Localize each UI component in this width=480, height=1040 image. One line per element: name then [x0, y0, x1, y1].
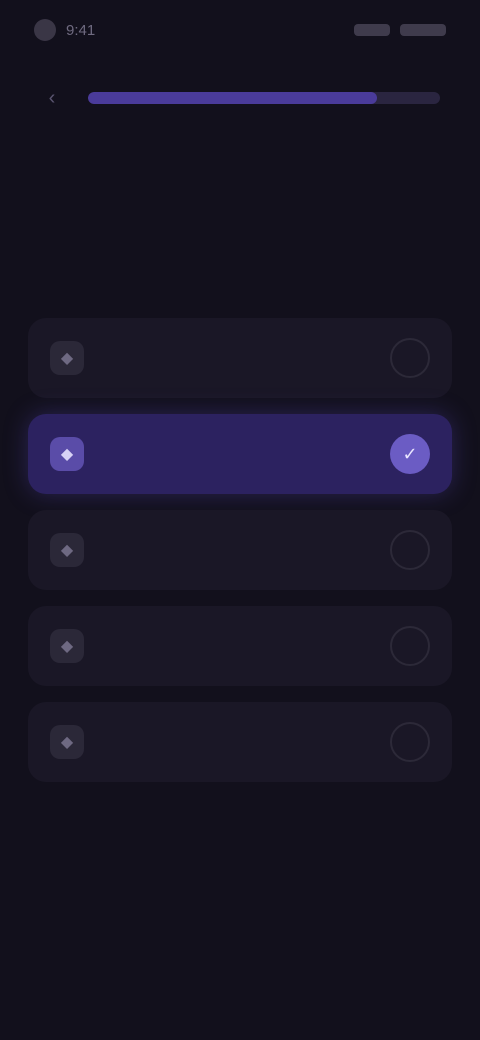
status-bar: 9:41 [0, 0, 480, 60]
option-icon: ◆ [50, 629, 84, 663]
option-icon: ◆ [50, 437, 84, 471]
signal-icon [354, 24, 390, 36]
option-icon: ◆ [50, 533, 84, 567]
progress-bar [88, 92, 440, 104]
option-card-selected[interactable]: ◆ ✓ [28, 414, 452, 494]
back-button[interactable]: ‹ [40, 86, 64, 110]
status-time: 9:41 [66, 21, 96, 39]
battery-icon [400, 24, 446, 36]
option-card[interactable]: ◆ [28, 510, 452, 590]
option-icon: ◆ [50, 341, 84, 375]
radio-button[interactable] [390, 338, 430, 378]
option-card[interactable]: ◆ [28, 318, 452, 398]
radio-button-checked[interactable]: ✓ [390, 434, 430, 474]
radio-button[interactable] [390, 722, 430, 762]
option-icon: ◆ [50, 725, 84, 759]
status-right [354, 24, 446, 36]
status-left: 9:41 [34, 19, 95, 41]
option-card[interactable]: ◆ [28, 606, 452, 686]
check-icon: ✓ [402, 443, 418, 464]
progress-row: ‹ [40, 80, 440, 116]
screen: 9:41 ‹ ◆ ◆ ✓ ◆ ◆ ◆ [0, 0, 480, 1040]
radio-button[interactable] [390, 626, 430, 666]
radio-button[interactable] [390, 530, 430, 570]
chevron-left-icon: ‹ [48, 86, 56, 109]
option-card[interactable]: ◆ [28, 702, 452, 782]
camera-dot-icon [34, 19, 56, 41]
options-list: ◆ ◆ ✓ ◆ ◆ ◆ [28, 318, 452, 782]
progress-fill [88, 92, 377, 104]
